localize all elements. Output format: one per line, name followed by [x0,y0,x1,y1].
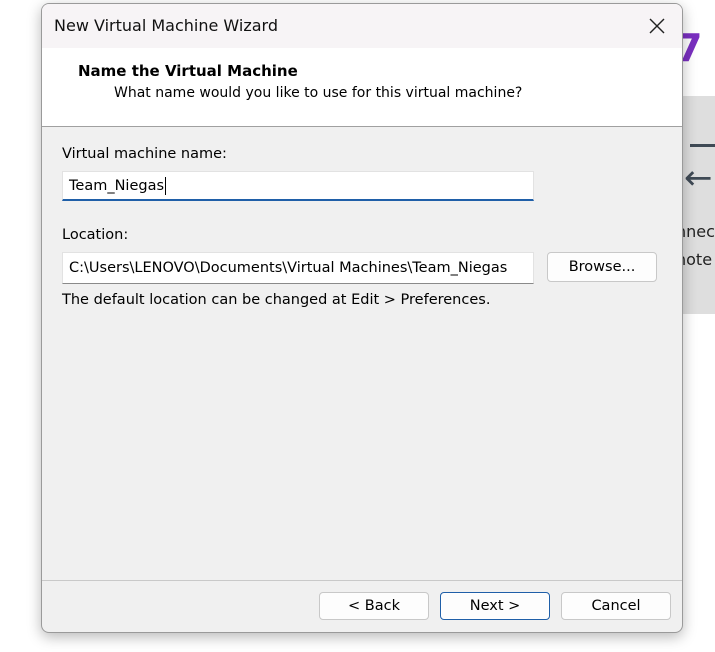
step-subtitle: What name would you like to use for this… [114,85,523,101]
text-caret [165,176,167,195]
location-input[interactable]: C:\Users\LENOVO\Documents\Virtual Machin… [62,252,534,284]
footer-divider [42,580,682,581]
close-icon [649,18,665,34]
vm-name-input[interactable]: Team_Niegas [62,171,534,201]
location-value: C:\Users\LENOVO\Documents\Virtual Machin… [69,260,508,276]
background-panel [680,96,715,314]
new-vm-wizard-dialog: New Virtual Machine Wizard Name the Virt… [41,3,683,633]
location-hint: The default location can be changed at E… [62,292,491,308]
title-bar[interactable]: New Virtual Machine Wizard [42,4,682,48]
arrow-left-icon: ← [684,158,713,198]
vm-name-label: Virtual machine name: [62,146,227,162]
next-button[interactable]: Next > [440,592,550,620]
browse-button[interactable]: Browse... [547,252,657,282]
background-bar [690,144,715,147]
location-label: Location: [62,227,129,243]
wizard-header: Name the Virtual Machine What name would… [42,48,682,127]
close-button[interactable] [632,4,682,48]
vm-name-value: Team_Niegas [69,177,165,194]
cancel-button[interactable]: Cancel [561,592,671,620]
window-title: New Virtual Machine Wizard [54,16,278,35]
step-title: Name the Virtual Machine [78,62,298,80]
back-button[interactable]: < Back [319,592,429,620]
